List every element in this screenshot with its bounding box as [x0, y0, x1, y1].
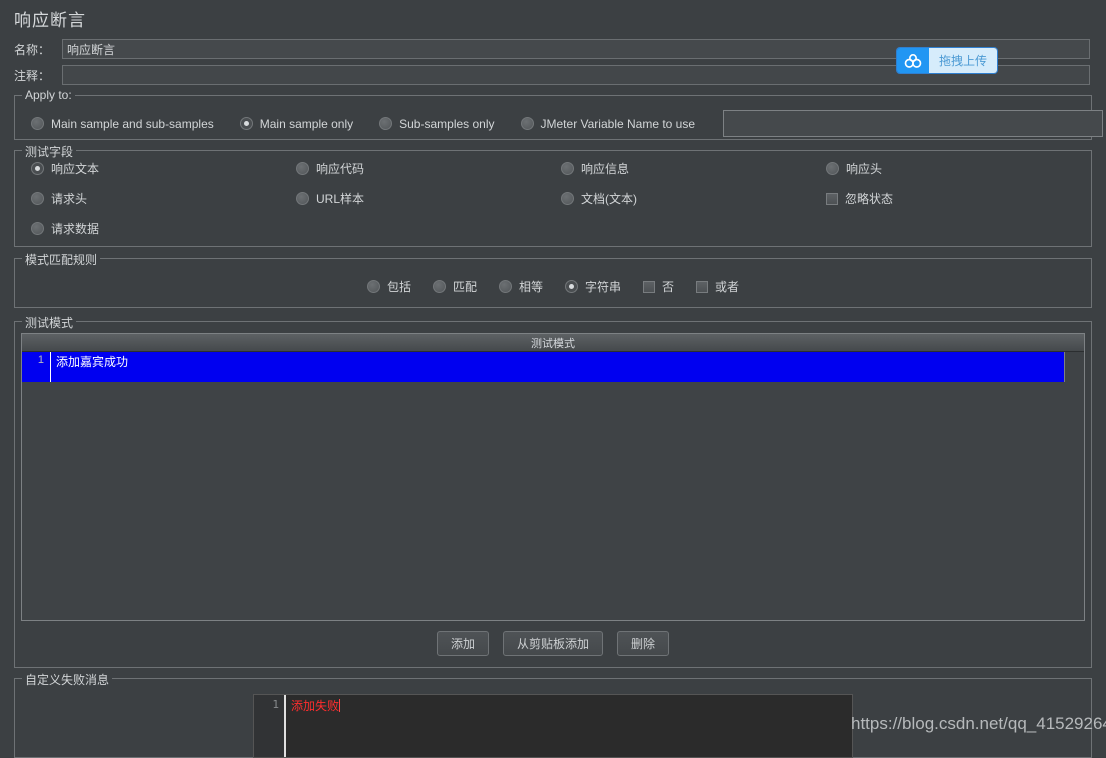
row-index: 1 [37, 354, 44, 366]
apply-option-label: Main sample only [259, 116, 354, 131]
match-rules-group: 模式匹配规则 包括 匹配 相等 字符串 否 或者 [14, 251, 1092, 308]
name-label: 名称： [14, 42, 51, 57]
test-field-url-sample[interactable]: URL样本 [296, 190, 561, 207]
apply-option-sub-only[interactable]: Sub-samples only [379, 116, 495, 131]
apply-option-main-only[interactable]: Main sample only [239, 116, 354, 131]
radio-icon[interactable] [31, 117, 44, 130]
match-rule-matches[interactable]: 匹配 [432, 278, 477, 295]
test-patterns-group: 测试模式 测试模式 1 添加嘉宾成功 添加 从剪贴板添加 删除 [14, 314, 1092, 668]
test-field-label: 文档(文本) [581, 192, 637, 206]
apply-option-jmeter-variable[interactable]: JMeter Variable Name to use [520, 116, 696, 131]
radio-icon[interactable] [31, 192, 44, 205]
match-rule-or[interactable]: 或者 [696, 278, 739, 295]
radio-icon[interactable] [498, 280, 512, 293]
test-field-document-text[interactable]: 文档(文本) [561, 190, 826, 207]
match-rule-label: 字符串 [585, 280, 622, 294]
patterns-column-header[interactable]: 测试模式 [22, 334, 1084, 352]
checkbox-icon[interactable] [696, 280, 709, 293]
match-rule-equals[interactable]: 相等 [498, 278, 543, 295]
cloud-upload-icon [897, 48, 929, 73]
patterns-table-empty-area[interactable] [22, 382, 1084, 620]
radio-icon[interactable] [826, 162, 839, 175]
table-vertical-scrollbar[interactable] [1064, 352, 1084, 382]
test-fields-group: 测试字段 响应文本 响应代码 响应信息 响应头 请求头 URL样本 文档(文本)… [14, 143, 1092, 247]
delete-button[interactable]: 删除 [617, 631, 670, 656]
match-rule-label: 或者 [715, 280, 740, 294]
test-field-ignore-status[interactable]: 忽略状态 [826, 190, 1075, 207]
match-rule-label: 匹配 [452, 280, 477, 294]
test-field-label: 响应代码 [316, 162, 365, 176]
apply-option-label: JMeter Variable Name to use [540, 116, 696, 131]
test-field-label: 响应信息 [581, 162, 630, 176]
radio-icon[interactable] [520, 117, 534, 130]
match-rule-substring[interactable]: 字符串 [565, 278, 621, 295]
apply-to-group: Apply to: Main sample and sub-samples Ma… [14, 88, 1104, 140]
test-field-request-data[interactable]: 请求数据 [31, 220, 296, 237]
jmeter-variable-input[interactable] [723, 110, 1104, 137]
custom-failure-message-legend: 自定义失败消息 [22, 671, 113, 688]
test-patterns-legend: 测试模式 [22, 314, 77, 331]
apply-to-legend: Apply to: [22, 88, 75, 102]
editor-line-number: 1 [254, 695, 284, 757]
test-field-response-headers[interactable]: 响应头 [826, 160, 1075, 177]
test-field-label: 响应头 [846, 162, 883, 176]
add-from-clipboard-button[interactable]: 从剪贴板添加 [502, 631, 603, 656]
text-caret [339, 699, 341, 712]
radio-icon[interactable] [561, 192, 574, 205]
radio-icon[interactable] [296, 162, 309, 175]
watermark: https://blog.csdn.net/qq_41529264 [851, 714, 1106, 733]
test-field-label: URL样本 [316, 192, 365, 206]
response-assertion-panel: 响应断言 名称： 响应断言 注释： 拖拽上传 Apply to: Main sa… [0, 0, 1106, 758]
radio-icon[interactable] [379, 117, 393, 130]
test-field-response-message[interactable]: 响应信息 [561, 160, 826, 177]
radio-icon[interactable] [31, 162, 44, 175]
comment-label: 注释： [14, 68, 51, 83]
failure-message-editor[interactable]: 1 添加失败 [253, 694, 853, 758]
match-rules-options: 包括 匹配 相等 字符串 否 或者 [15, 278, 1091, 295]
radio-icon[interactable] [239, 117, 253, 130]
match-rule-label: 否 [662, 280, 675, 294]
match-rule-contains[interactable]: 包括 [366, 278, 411, 295]
drag-upload-button[interactable]: 拖拽上传 [897, 48, 998, 73]
radio-icon[interactable] [565, 280, 578, 293]
test-field-label: 请求数据 [51, 222, 100, 236]
editor-text: 添加失败 [291, 699, 340, 713]
add-button[interactable]: 添加 [436, 631, 489, 656]
test-fields-options: 响应文本 响应代码 响应信息 响应头 请求头 URL样本 文档(文本) 忽略状态… [31, 160, 1075, 237]
radio-icon[interactable] [296, 192, 309, 205]
patterns-table[interactable]: 测试模式 1 添加嘉宾成功 [21, 333, 1085, 621]
radio-icon[interactable] [31, 222, 44, 235]
radio-icon[interactable] [561, 162, 574, 175]
checkbox-icon[interactable] [643, 280, 656, 293]
apply-option-main-and-sub[interactable]: Main sample and sub-samples [31, 117, 214, 131]
test-field-response-text[interactable]: 响应文本 [31, 160, 296, 177]
test-field-response-code[interactable]: 响应代码 [296, 160, 561, 177]
radio-icon[interactable] [366, 280, 380, 293]
match-rule-label: 相等 [518, 280, 543, 294]
apply-to-options: Main sample and sub-samples Main sample … [31, 110, 1104, 137]
checkbox-icon[interactable] [826, 192, 838, 205]
patterns-buttons: 添加 从剪贴板添加 删除 [15, 631, 1091, 656]
page-title: 响应断言 [14, 11, 86, 30]
upload-label: 拖拽上传 [929, 48, 998, 73]
editor-content[interactable]: 添加失败 [286, 695, 852, 757]
match-rules-legend: 模式匹配规则 [22, 251, 101, 268]
radio-icon[interactable] [432, 280, 446, 293]
apply-option-label: Main sample and sub-samples [51, 116, 214, 131]
test-fields-legend: 测试字段 [22, 143, 77, 160]
table-row[interactable]: 1 添加嘉宾成功 [22, 352, 1084, 382]
apply-option-label: Sub-samples only [399, 116, 495, 131]
test-field-request-headers[interactable]: 请求头 [31, 190, 296, 207]
test-field-label: 请求头 [51, 192, 88, 206]
match-rule-not[interactable]: 否 [643, 278, 674, 295]
row-value[interactable]: 添加嘉宾成功 [51, 352, 128, 370]
test-field-label: 忽略状态 [845, 192, 894, 206]
match-rule-label: 包括 [386, 280, 411, 294]
test-field-label: 响应文本 [51, 162, 100, 176]
